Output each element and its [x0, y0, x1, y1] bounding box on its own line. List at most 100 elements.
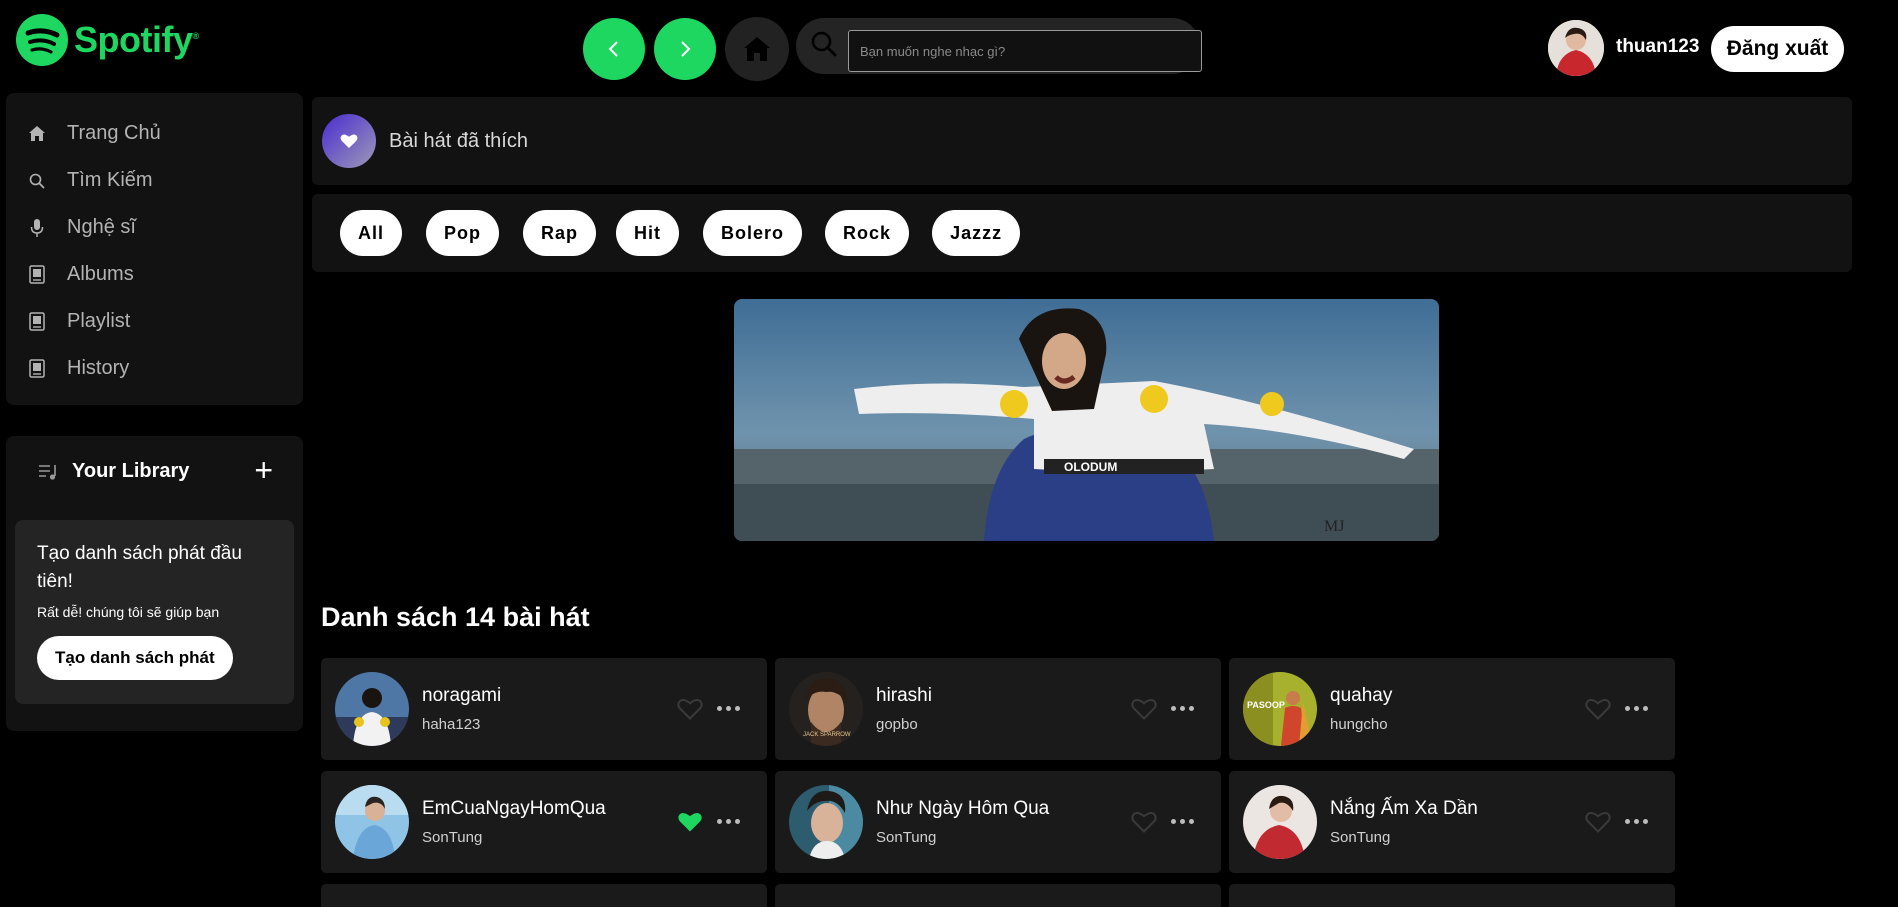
heart-outline-icon[interactable] — [1131, 810, 1157, 834]
chevron-left-icon — [608, 41, 618, 57]
song-cover — [335, 672, 409, 746]
sidebar-item-playlist[interactable]: Playlist — [6, 298, 303, 345]
sidebar-item-label: Playlist — [67, 310, 131, 332]
search-icon — [26, 170, 48, 192]
heart-filled-icon[interactable] — [677, 810, 703, 834]
song-artist[interactable]: SonTung — [422, 829, 482, 846]
home-button[interactable] — [725, 17, 789, 81]
genre-chip-bolero[interactable]: Bolero — [703, 210, 803, 256]
song-card[interactable] — [1229, 884, 1675, 907]
song-artist[interactable]: hungcho — [1330, 716, 1388, 733]
heart-outline-icon[interactable] — [1585, 697, 1611, 721]
song-title: EmCuaNgayHomQua — [422, 798, 606, 819]
heart-outline-icon[interactable] — [1131, 697, 1157, 721]
more-options-icon[interactable] — [1625, 706, 1648, 711]
song-title: noragami — [422, 685, 502, 706]
sidebar-item-label: Albums — [67, 263, 134, 285]
library-title: Your Library — [72, 460, 190, 482]
svg-text:PASOOP: PASOOP — [1247, 700, 1285, 710]
liked-songs-bar[interactable]: Bài hát đã thích — [312, 97, 1852, 185]
sidebar-item-label: Tìm Kiếm — [67, 169, 153, 191]
genre-chip-hit[interactable]: Hit — [616, 210, 680, 256]
more-options-icon[interactable] — [717, 706, 740, 711]
playlist-icon — [26, 311, 48, 333]
song-card[interactable] — [775, 884, 1221, 907]
sidebar-item-search[interactable]: Tìm Kiếm — [6, 157, 303, 204]
brand-name: Spotify® — [74, 19, 199, 60]
song-cover: JACK SPARROW — [789, 672, 863, 746]
featured-banner[interactable]: OLODUM MJ — [734, 299, 1439, 541]
more-options-icon[interactable] — [1625, 819, 1648, 824]
sidebar-item-label: Nghệ sĩ — [67, 216, 136, 238]
song-card[interactable] — [321, 884, 767, 907]
library-header[interactable]: Your Library — [38, 460, 189, 483]
liked-songs-label: Bài hát đã thích — [389, 129, 528, 152]
liked-heart-badge — [322, 114, 376, 168]
sidebar-item-label: History — [67, 357, 130, 379]
user-photo — [1548, 20, 1604, 76]
song-card[interactable]: JACK SPARROW hirashi gopbo — [775, 658, 1221, 760]
song-card[interactable]: PASOOP quahay hungcho — [1229, 658, 1675, 760]
heart-outline-icon[interactable] — [1585, 810, 1611, 834]
genre-chip-rap[interactable]: Rap — [523, 210, 597, 256]
genre-chip-all[interactable]: All — [340, 210, 403, 256]
genre-chip-rock[interactable]: Rock — [825, 210, 910, 256]
song-title: Nắng Ấm Xa Dần — [1330, 798, 1478, 819]
add-icon[interactable]: + — [254, 454, 273, 486]
create-playlist-button[interactable]: Tạo danh sách phát — [37, 636, 233, 680]
sidebar-item-home[interactable]: Trang Chủ — [6, 110, 303, 157]
song-card[interactable]: Như Ngày Hôm Qua SonTung — [775, 771, 1221, 873]
library-icon — [39, 464, 56, 480]
logout-button[interactable]: Đăng xuất — [1711, 26, 1844, 72]
sidebar-item-label: Trang Chủ — [67, 122, 161, 144]
song-list-title: Danh sách 14 bài hát — [321, 602, 590, 632]
album-icon — [26, 264, 48, 286]
microphone-icon — [26, 217, 48, 239]
library-panel: Your Library + Tạo danh sách phát đầu ti… — [6, 436, 303, 731]
svg-text:MJ: MJ — [1324, 518, 1344, 535]
forward-button[interactable] — [654, 18, 716, 80]
song-title: Như Ngày Hôm Qua — [876, 798, 1050, 819]
create-playlist-card: Tạo danh sách phát đầu tiên! Rất dễ! chú… — [15, 520, 294, 704]
search-input[interactable] — [848, 30, 1202, 72]
user-avatar[interactable] — [1548, 20, 1604, 76]
song-title: hirashi — [876, 685, 932, 706]
home-icon — [26, 123, 48, 145]
genre-filter-bar: All Pop Rap Hit Bolero Rock Jazzz — [312, 194, 1852, 272]
spotify-icon — [16, 14, 68, 66]
song-card[interactable]: EmCuaNgayHomQua SonTung — [321, 771, 767, 873]
more-options-icon[interactable] — [717, 819, 740, 824]
heart-icon — [340, 134, 358, 148]
song-card[interactable]: noragami haha123 — [321, 658, 767, 760]
song-cover — [1243, 785, 1317, 859]
card-text: Rất dễ! chúng tôi sẽ giúp bạn — [37, 604, 220, 620]
chevron-right-icon — [681, 41, 691, 57]
song-artist[interactable]: SonTung — [876, 829, 936, 846]
username[interactable]: thuan123 — [1616, 36, 1699, 58]
back-button[interactable] — [583, 18, 645, 80]
svg-text:JACK SPARROW: JACK SPARROW — [803, 732, 851, 738]
genre-chip-jazzz[interactable]: Jazzz — [932, 210, 1021, 256]
song-card[interactable]: Nắng Ấm Xa Dần SonTung — [1229, 771, 1675, 873]
history-icon — [26, 358, 48, 380]
sidebar-item-history[interactable]: History — [6, 345, 303, 392]
sidebar-item-albums[interactable]: Albums — [6, 251, 303, 298]
song-cover — [335, 785, 409, 859]
spotify-logo[interactable]: Spotify® — [16, 14, 199, 66]
search-icon — [811, 31, 837, 57]
svg-text:OLODUM: OLODUM — [1064, 460, 1117, 474]
more-options-icon[interactable] — [1171, 819, 1194, 824]
sidebar-nav: Trang Chủ Tìm Kiếm Nghệ sĩ Albums Playli… — [6, 93, 303, 405]
heart-outline-icon[interactable] — [677, 697, 703, 721]
song-artist[interactable]: haha123 — [422, 716, 480, 733]
song-cover: PASOOP — [1243, 672, 1317, 746]
song-artist[interactable]: SonTung — [1330, 829, 1390, 846]
song-cover — [789, 785, 863, 859]
home-icon — [744, 37, 770, 61]
song-title: quahay — [1330, 685, 1393, 706]
genre-chip-pop[interactable]: Pop — [426, 210, 500, 256]
card-title: Tạo danh sách phát đầu tiên! — [37, 543, 242, 592]
sidebar-item-artists[interactable]: Nghệ sĩ — [6, 204, 303, 251]
song-artist[interactable]: gopbo — [876, 716, 918, 733]
more-options-icon[interactable] — [1171, 706, 1194, 711]
